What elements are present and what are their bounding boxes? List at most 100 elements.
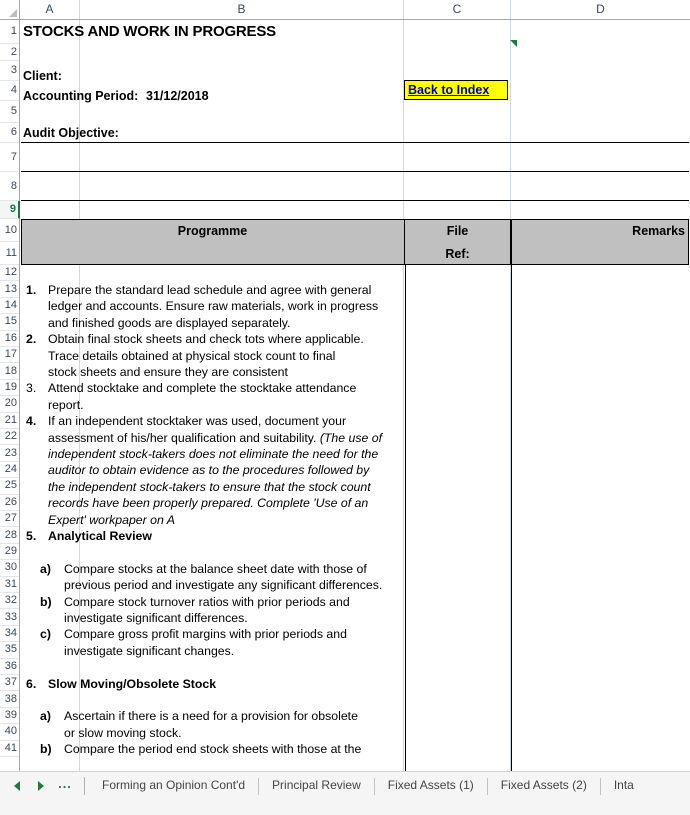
all-sheets-button[interactable]: ...: [54, 775, 76, 797]
programme-item-line: Expert' workpaper on A: [48, 512, 175, 527]
programme-item-marker: a): [40, 561, 51, 576]
programme-item-line: report.: [48, 397, 84, 412]
programme-item-marker: c): [40, 627, 51, 642]
sheet-tab-forming-an-opinion-cont-d[interactable]: Forming an Opinion Cont'd: [89, 772, 258, 799]
row-header-13[interactable]: 13: [0, 281, 19, 298]
row-header-30[interactable]: 30: [0, 560, 19, 577]
programme-item-line: investigate significant changes.: [64, 643, 235, 658]
programme-item-marker: b): [40, 594, 52, 609]
programme-item-line: Compare gross profit margins with prior …: [64, 627, 347, 642]
row-header-1[interactable]: 1: [0, 20, 19, 44]
tabbar-separator: [84, 777, 85, 795]
row-header-15[interactable]: 15: [0, 314, 19, 331]
programme-item-line: Compare stocks at the balance sheet date…: [64, 561, 367, 576]
programme-item-line: Compare the period end stock sheets with…: [64, 742, 362, 757]
column-header-row: A B C D: [0, 0, 690, 20]
row-header-25[interactable]: 25: [0, 478, 19, 495]
select-all-corner[interactable]: [0, 0, 20, 19]
accounting-period-label: Accounting Period:: [23, 89, 139, 103]
row-header-39[interactable]: 39: [0, 707, 19, 725]
programme-item-line: stock sheets and ensure they are consist…: [48, 364, 288, 379]
row-header-41[interactable]: 41: [0, 740, 19, 757]
row-header-23[interactable]: 23: [0, 445, 19, 462]
row-header-9[interactable]: 9: [0, 201, 20, 219]
row-header-21[interactable]: 21: [0, 412, 19, 429]
row-header-12[interactable]: 12: [0, 265, 19, 282]
ref-header-label: Ref:: [445, 247, 470, 261]
sheet-tab-inta[interactable]: Inta: [601, 772, 647, 799]
row-header-14[interactable]: 14: [0, 297, 19, 315]
ellipsis-icon: ...: [58, 776, 72, 791]
row-header-column: 1 2 3 4 5 6 7 8 9 10 11 12 13 14 15 16 17 18 19 20 21 22 23 24 2…: [0, 20, 20, 771]
programme-item-marker: 4.: [26, 414, 37, 429]
row-header-8[interactable]: 8: [0, 172, 19, 201]
column-header-a[interactable]: A: [20, 0, 80, 19]
row-header-10[interactable]: 10: [0, 219, 19, 242]
rule-row7: [21, 171, 689, 172]
programme-item-marker: a): [40, 709, 51, 724]
cell-comment-marker-icon: [510, 40, 517, 47]
row-header-11[interactable]: 11: [0, 242, 19, 265]
row-header-3[interactable]: 3: [0, 61, 19, 81]
row-header-7[interactable]: 7: [0, 143, 19, 172]
row-header-31[interactable]: 31: [0, 576, 19, 593]
row-header-26[interactable]: 26: [0, 494, 19, 511]
column-header-d[interactable]: D: [511, 0, 690, 19]
row-header-37[interactable]: 37: [0, 675, 19, 692]
programme-item-line: or slow moving stock.: [64, 725, 182, 740]
programme-item-line: assessment of his/her qualification and …: [48, 430, 382, 446]
programme-item-line: and finished goods are displayed separat…: [48, 315, 291, 330]
row-header-40[interactable]: 40: [0, 724, 19, 741]
row-header-27[interactable]: 27: [0, 511, 19, 528]
back-to-index-link[interactable]: Back to Index: [404, 80, 508, 100]
row-header-32[interactable]: 32: [0, 593, 19, 610]
programme-item-marker: b): [40, 742, 52, 757]
row-header-29[interactable]: 29: [0, 543, 19, 561]
row-header-20[interactable]: 20: [0, 396, 19, 413]
previous-sheet-button[interactable]: [6, 775, 28, 797]
programme-item-line: ledger and accounts. Ensure raw material…: [48, 299, 379, 314]
programme-item-line: Compare stock turnover ratios with prior…: [64, 594, 350, 609]
row-header-33[interactable]: 33: [0, 609, 19, 626]
programme-item-marker: 3.: [26, 381, 37, 396]
programme-item-line: Slow Moving/Obsolete Stock: [48, 676, 217, 691]
row-header-22[interactable]: 22: [0, 429, 19, 446]
row-header-19[interactable]: 19: [0, 379, 19, 397]
row-header-38[interactable]: 38: [0, 691, 19, 708]
client-label: Client:: [23, 69, 62, 83]
sheet-tab-fixed-assets-1[interactable]: Fixed Assets (1): [375, 772, 487, 799]
row-header-5[interactable]: 5: [0, 101, 19, 123]
column-header-b[interactable]: B: [80, 0, 404, 19]
row-header-28[interactable]: 28: [0, 527, 19, 544]
programme-item-line: the independent stock-takers to ensure t…: [48, 479, 371, 494]
row-header-2[interactable]: 2: [0, 44, 19, 61]
column-header-c[interactable]: C: [404, 0, 511, 19]
programme-item-line: Analytical Review: [48, 528, 152, 543]
programme-item-line: Prepare the standard lead schedule and a…: [48, 282, 372, 297]
programme-item-line: Obtain final stock sheets and check tots…: [48, 332, 364, 347]
triangle-left-icon: [14, 781, 20, 791]
row-header-36[interactable]: 36: [0, 658, 19, 675]
row-header-16[interactable]: 16: [0, 330, 19, 347]
programme-line-italic: (The use of: [319, 430, 383, 445]
next-sheet-button[interactable]: [30, 775, 52, 797]
sheet-tab-bar: ... Forming an Opinion Cont'd Principal R…: [0, 771, 690, 815]
row-header-35[interactable]: 35: [0, 642, 19, 659]
row-header-6[interactable]: 6: [0, 123, 19, 143]
back-to-index-label: Back to Index: [408, 83, 490, 97]
row-header-24[interactable]: 24: [0, 461, 19, 479]
triangle-right-icon: [38, 781, 44, 791]
sheet-tab-fixed-assets-2[interactable]: Fixed Assets (2): [488, 772, 600, 799]
sheet-canvas[interactable]: STOCKS AND WORK IN PROGRESS Client: Acco…: [20, 20, 690, 771]
row-header-4[interactable]: 4: [0, 81, 19, 101]
row-header-18[interactable]: 18: [0, 363, 19, 380]
table-rule-c-d: [511, 265, 512, 771]
row-header-17[interactable]: 17: [0, 347, 19, 364]
programme-item-line: If an independent stocktaker was used, d…: [48, 414, 347, 429]
gridline-b-c: [403, 20, 404, 771]
remarks-header-label: Remarks: [632, 224, 685, 238]
row-header-34[interactable]: 34: [0, 625, 19, 643]
programme-item-line: Trace details obtained at physical stock…: [48, 348, 336, 363]
sheet-tab-principal-review[interactable]: Principal Review: [259, 772, 374, 799]
programme-item-line: auditor to obtain evidence as to the pro…: [48, 463, 370, 478]
